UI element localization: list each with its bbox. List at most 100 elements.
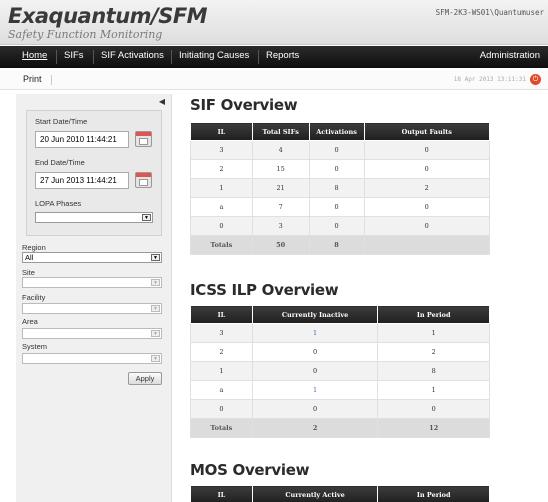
nav-home[interactable]: Home [22, 50, 47, 61]
table-header-row: IL Total SIFs Activations Output Faults [190, 122, 490, 141]
system-select[interactable]: ▼ [22, 353, 162, 364]
area-select[interactable]: ▼ [22, 328, 162, 339]
collapse-arrow-icon[interactable]: ◀ [159, 97, 165, 106]
facility-label: Facility [22, 293, 46, 302]
column-header[interactable]: IL [190, 485, 253, 502]
main-nav: Home SIFs SIF Activations Initiating Cau… [0, 46, 548, 68]
table-cell: 1 [377, 380, 490, 400]
column-header[interactable]: Currently Active [251, 485, 379, 502]
region-value: All [25, 253, 34, 262]
table-cell: 0 [363, 216, 490, 236]
calendar-icon[interactable] [135, 172, 152, 188]
lopa-phases-select[interactable]: ▼ [35, 212, 153, 223]
system-label: System [22, 342, 48, 351]
table-cell: 21 [251, 178, 310, 198]
table-cell [363, 235, 490, 255]
app-header: Exaquantum/SFM Safety Function Monitorin… [0, 0, 548, 45]
table-cell: 3 [251, 216, 310, 236]
table-cell: 8 [377, 361, 490, 381]
calendar-icon[interactable] [135, 131, 152, 147]
column-header[interactable]: In Period [377, 305, 490, 324]
nav-reports[interactable]: Reports [266, 50, 299, 61]
column-header[interactable]: IL [190, 122, 253, 141]
area-label: Area [22, 317, 38, 326]
table-cell: 2 [251, 418, 379, 438]
table-cell: 1 [251, 323, 379, 343]
table-cell: a [190, 197, 253, 217]
table-cell: 1 [190, 178, 253, 198]
sif-overview-table: IL Total SIFs Activations Output Faults … [190, 122, 490, 255]
end-date-label: End Date/Time [35, 158, 85, 167]
nav-separator [93, 50, 94, 64]
table-cell: 0 [190, 399, 253, 419]
timestamp: 18 Apr 2013 13:11:31 [453, 76, 526, 83]
table-cell: 0 [251, 399, 379, 419]
table-row[interactable]: 3 1 1 [190, 323, 490, 343]
table-row[interactable]: 1 21 8 2 [190, 178, 490, 198]
nav-separator [56, 50, 57, 64]
chevron-down-icon[interactable]: ▼ [151, 254, 160, 261]
filter-sidebar: ◀ Start Date/Time 20 Jun 2010 11:44:21 E… [16, 94, 172, 502]
apply-button[interactable]: Apply [128, 372, 162, 385]
nav-initiating-causes[interactable]: Initiating Causes [179, 50, 249, 61]
table-row[interactable]: 0 3 0 0 [190, 216, 490, 236]
table-row[interactable]: 3 4 0 0 [190, 140, 490, 160]
facility-select[interactable]: ▼ [22, 303, 162, 314]
chevron-down-icon[interactable]: ▼ [142, 214, 151, 221]
table-row[interactable]: 1 0 8 [190, 361, 490, 381]
column-header[interactable]: Output Faults [363, 122, 490, 141]
table-cell: 15 [251, 159, 310, 179]
print-button[interactable]: Print [23, 74, 42, 84]
table-cell: 2 [190, 342, 253, 362]
site-label: Site [22, 268, 35, 277]
server-user-label: SFM-2K3-WS01\Quantumuser [435, 8, 544, 17]
table-row[interactable]: 0 0 0 [190, 399, 490, 419]
chevron-down-icon: ▼ [151, 279, 160, 286]
toolbar-separator [51, 75, 52, 85]
table-row[interactable]: 2 0 2 [190, 342, 490, 362]
icss-overview-title: ICSS ILP Overview [190, 281, 339, 299]
table-cell: 7 [251, 197, 310, 217]
column-header[interactable]: Total SIFs [251, 122, 310, 141]
site-select[interactable]: ▼ [22, 277, 162, 288]
table-cell: 8 [308, 178, 365, 198]
table-cell: 1 [190, 361, 253, 381]
table-cell: 0 [308, 197, 365, 217]
table-cell: 0 [308, 140, 365, 160]
column-header[interactable]: In Period [377, 485, 490, 502]
column-header[interactable]: Currently Inactive [251, 305, 379, 324]
mos-overview-table: IL Currently Active In Period [190, 485, 490, 502]
table-cell: 0 [251, 342, 379, 362]
table-cell: 2 [190, 159, 253, 179]
totals-label: Totals [190, 235, 253, 255]
end-date-input[interactable]: 27 Jun 2013 11:44:21 [35, 172, 129, 189]
date-filter-panel: Start Date/Time 20 Jun 2010 11:44:21 End… [26, 110, 162, 236]
table-cell: 0 [363, 197, 490, 217]
table-cell: 3 [190, 140, 253, 160]
table-cell: 8 [308, 235, 365, 255]
table-cell: a [190, 380, 253, 400]
region-select[interactable]: All ▼ [22, 252, 162, 263]
table-cell: 0 [251, 361, 379, 381]
app-title: Exaquantum/SFM [8, 4, 208, 28]
table-cell: 12 [377, 418, 490, 438]
totals-row: Totals 2 12 [190, 418, 490, 438]
table-cell: 2 [363, 178, 490, 198]
column-header[interactable]: IL [190, 305, 253, 324]
power-icon[interactable]: ⏻ [530, 74, 541, 85]
table-row[interactable]: a 1 1 [190, 380, 490, 400]
region-label: Region [22, 243, 46, 252]
table-row[interactable]: a 7 0 0 [190, 197, 490, 217]
mos-overview-title: MOS Overview [190, 461, 310, 479]
table-cell: 50 [251, 235, 310, 255]
nav-sif-activations[interactable]: SIF Activations [101, 50, 164, 61]
icss-overview-table: IL Currently Inactive In Period 3 1 1 2 … [190, 305, 490, 438]
chevron-down-icon: ▼ [151, 330, 160, 337]
start-date-input[interactable]: 20 Jun 2010 11:44:21 [35, 131, 129, 148]
nav-administration[interactable]: Administration [480, 50, 540, 61]
table-header-row: IL Currently Inactive In Period [190, 305, 490, 324]
table-row[interactable]: 2 15 0 0 [190, 159, 490, 179]
column-header[interactable]: Activations [308, 122, 365, 141]
table-cell: 3 [190, 323, 253, 343]
nav-sifs[interactable]: SIFs [64, 50, 84, 61]
